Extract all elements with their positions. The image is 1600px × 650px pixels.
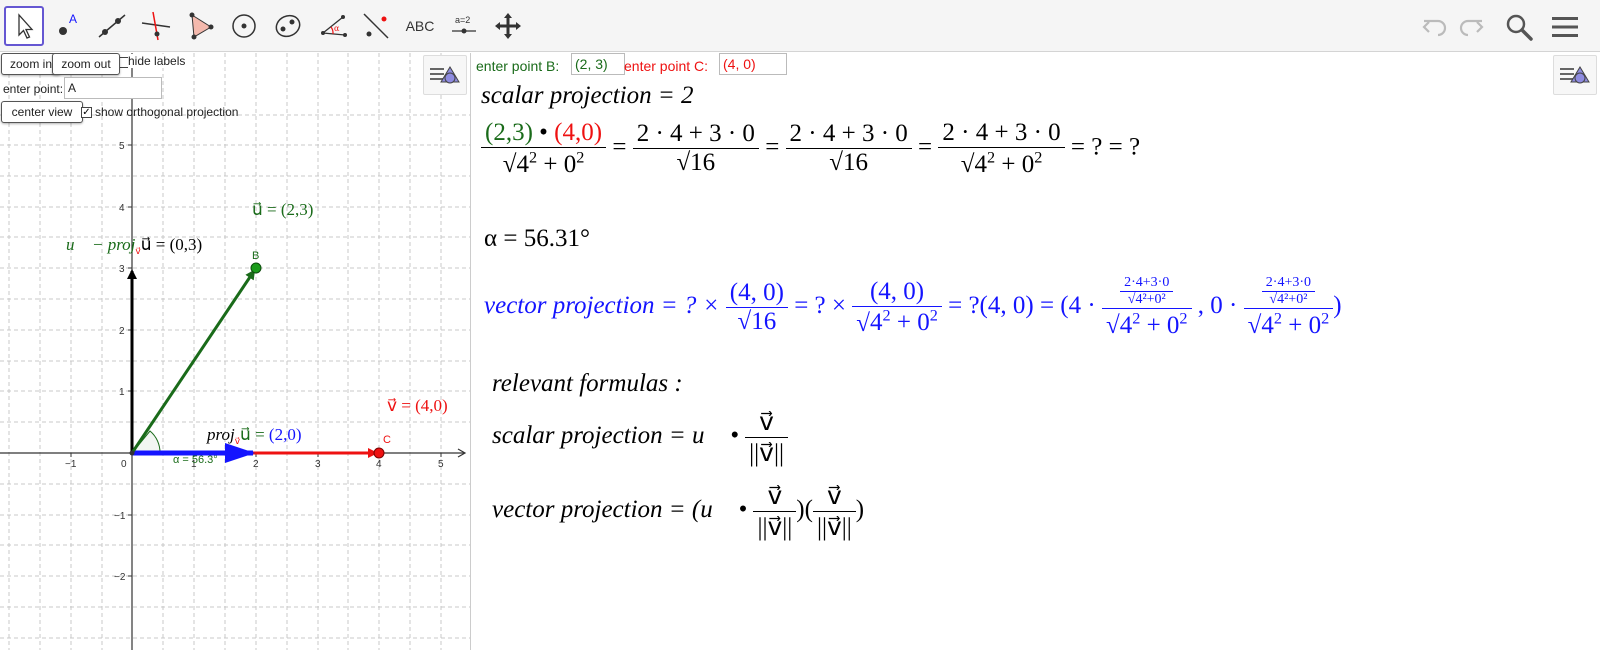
svg-text:A: A [69, 12, 77, 26]
x-tick-label: 2 [253, 459, 259, 470]
perpendicular-tool[interactable] [136, 6, 176, 46]
scalar-projection-equation: (2,3) • (4,0) √42 + 02 = 2 · 4 + 3 · 0 √16… [481, 119, 1140, 179]
y-tick-label: 5 [119, 141, 125, 152]
move-graphics-tool[interactable] [488, 6, 528, 46]
angle-alpha-value: α = 56.31° [484, 225, 590, 252]
undo-icon [1422, 19, 1447, 37]
slider-tool[interactable]: a=2 [444, 6, 484, 46]
enter-point-label: enter point: [3, 82, 64, 96]
style-bar-icon [430, 66, 460, 84]
enter-point-input[interactable]: A [64, 77, 162, 99]
point-c-label: C [383, 434, 391, 446]
graphics-style-bar-button[interactable] [423, 55, 467, 95]
panel-style-bar-button[interactable] [1553, 55, 1597, 95]
angle-label: α = 56.3° [173, 454, 218, 466]
y-tick-label: −2 [114, 572, 126, 583]
show-projection-label: show orthogonal projection [95, 105, 239, 119]
search-button[interactable] [1502, 10, 1536, 44]
vector-projection-formula: vector projection = (u⃗ • v⃗ ||v⃗||)(v⃗ ||… [492, 483, 865, 541]
hamburger-menu-icon [1552, 17, 1578, 37]
show-projection-checkbox[interactable]: ✓ [81, 107, 92, 118]
angle-icon: α [321, 15, 347, 37]
coordinate-plane[interactable]: −1 0 1 2 3 4 5 5 4 3 2 1 −1 −2 α = 56.3°… [0, 53, 471, 650]
graphics-view[interactable]: −1 0 1 2 3 4 5 5 4 3 2 1 −1 −2 α = 56.3°… [0, 53, 471, 650]
ellipse-icon [275, 14, 301, 38]
line-icon [98, 14, 126, 38]
angle-tool[interactable]: α [312, 6, 352, 46]
move-arrows-icon [495, 13, 521, 39]
redo-button[interactable] [1454, 10, 1488, 44]
move-tool[interactable] [4, 6, 44, 46]
point-icon: A [59, 12, 77, 35]
x-tick-label: 3 [315, 459, 321, 470]
enter-point-b-input[interactable]: (2, 3) [571, 53, 625, 75]
y-tick-label: 4 [119, 203, 125, 214]
center-view-button[interactable]: center view [1, 101, 83, 123]
search-icon [1506, 14, 1533, 41]
x-tick-label: 0 [121, 459, 127, 470]
hide-labels-label: hide labels [128, 54, 186, 68]
svg-text:α: α [334, 24, 340, 33]
ellipse-tool[interactable] [268, 6, 308, 46]
projection-label: projv⃗u⃗ = (2,0) [206, 425, 302, 446]
orthogonal-component-label: u⃗ − projv⃗u⃗ = (0,3) [66, 235, 202, 256]
scalar-projection-result: scalar projection = 2 [481, 82, 694, 109]
slider-icon: a=2 [452, 15, 476, 34]
x-tick-label: 4 [376, 459, 382, 470]
enter-point-c-input[interactable]: (4, 0) [719, 53, 787, 75]
enter-point-b-label: enter point B: [476, 58, 560, 74]
scalar-projection-formula: scalar projection = u⃗ • v⃗ ||v⃗|| [492, 407, 788, 468]
polygon-tool[interactable] [180, 6, 220, 46]
enter-point-c-label: enter point C: [624, 58, 709, 74]
undo-button[interactable] [1418, 10, 1452, 44]
point-b-label: B [252, 250, 259, 262]
vector-u-label: u⃗ = (2,3) [252, 200, 313, 219]
origin-point[interactable] [129, 450, 135, 456]
y-tick-label: −1 [114, 511, 126, 522]
svg-text:a=2: a=2 [455, 15, 470, 25]
reflect-icon [363, 13, 389, 39]
line-tool[interactable] [92, 6, 132, 46]
relevant-formulas-heading: relevant formulas : [492, 370, 683, 397]
y-tick-label: 3 [119, 264, 125, 275]
polygon-icon [189, 12, 214, 40]
x-tick-label: 5 [438, 459, 444, 470]
circle-tool[interactable] [224, 6, 264, 46]
vector-projection-equation: vector projection = ? × (4, 0) √16 = ? × … [484, 275, 1342, 339]
text-panel: enter point B: (2, 3) enter point C: (4,… [472, 53, 1600, 650]
x-tick-label: −1 [65, 459, 77, 470]
text-tool[interactable]: ABC [400, 6, 440, 46]
point-c[interactable] [373, 447, 385, 459]
style-bar-icon [1560, 66, 1590, 84]
y-tick-label: 1 [119, 387, 125, 398]
circle-icon [232, 14, 256, 38]
zoom-out-button[interactable]: zoom out [52, 53, 120, 75]
toolbar: A α ABC a=2 [0, 0, 1600, 52]
point-tool[interactable]: A [48, 6, 88, 46]
point-b[interactable] [250, 262, 262, 274]
y-tick-label: 2 [119, 326, 125, 337]
reflect-tool[interactable] [356, 6, 396, 46]
grid-lines [0, 53, 470, 650]
menu-button[interactable] [1548, 10, 1582, 44]
redo-icon [1459, 19, 1484, 37]
vector-v-label: v⃗ = (4,0) [387, 396, 448, 415]
perpendicular-icon [141, 11, 171, 41]
cursor-icon [18, 13, 34, 39]
vector-u[interactable] [130, 269, 256, 454]
text-tool-label: ABC [405, 18, 435, 34]
